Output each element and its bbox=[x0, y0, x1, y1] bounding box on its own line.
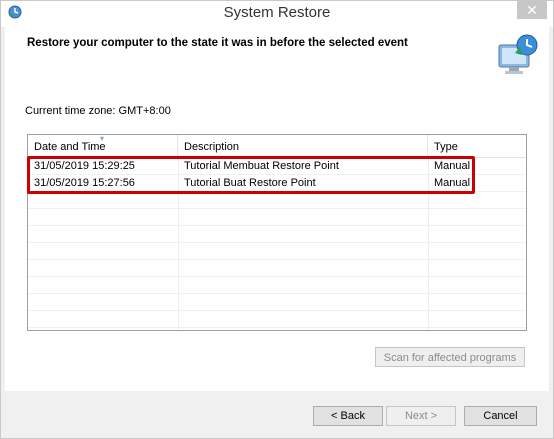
cell-description: Tutorial Buat Restore Point bbox=[184, 177, 316, 189]
table-row[interactable]: 31/05/2019 15:27:56 Tutorial Buat Restor… bbox=[28, 175, 526, 192]
timezone-label: Current time zone: GMT+8:00 bbox=[25, 105, 171, 117]
empty-row bbox=[28, 226, 526, 243]
cell-description: Tutorial Membuat Restore Point bbox=[184, 160, 339, 172]
header-panel: Restore your computer to the state it wa… bbox=[5, 27, 549, 86]
column-header-description[interactable]: Description bbox=[178, 135, 428, 157]
column-label: Type bbox=[434, 141, 458, 153]
back-button[interactable]: < Back bbox=[313, 406, 383, 426]
system-restore-window: System Restore ✕ Restore your computer t… bbox=[0, 0, 554, 439]
empty-row bbox=[28, 243, 526, 260]
cell-type: Manual bbox=[434, 177, 471, 189]
empty-row bbox=[28, 277, 526, 294]
content-area: Current time zone: GMT+8:00 Date and Tim… bbox=[5, 85, 549, 391]
empty-row bbox=[28, 311, 526, 328]
instruction-text: Restore your computer to the state it wa… bbox=[27, 37, 408, 49]
list-header: Date and Time ▾ Description Type bbox=[28, 135, 526, 158]
close-button[interactable]: ✕ bbox=[517, 1, 547, 19]
title-bar: System Restore ✕ bbox=[1, 1, 553, 27]
system-restore-icon bbox=[498, 34, 538, 74]
cell-datetime: 31/05/2019 15:27:56 bbox=[34, 177, 135, 189]
empty-row bbox=[28, 209, 526, 226]
cell-type: Manual bbox=[434, 160, 471, 172]
cell-datetime: 31/05/2019 15:29:25 bbox=[34, 160, 135, 172]
column-label: Date and Time bbox=[34, 141, 106, 153]
empty-row bbox=[28, 192, 526, 209]
empty-row bbox=[28, 294, 526, 311]
scan-affected-programs-button[interactable]: Scan for affected programs bbox=[375, 347, 525, 367]
sort-arrow-icon: ▾ bbox=[100, 134, 105, 143]
list-rows: 31/05/2019 15:29:25 Tutorial Membuat Res… bbox=[28, 158, 526, 328]
empty-row bbox=[28, 260, 526, 277]
table-row[interactable]: 31/05/2019 15:29:25 Tutorial Membuat Res… bbox=[28, 158, 526, 175]
next-button[interactable]: Next > bbox=[386, 406, 456, 426]
column-header-datetime[interactable]: Date and Time ▾ bbox=[28, 135, 178, 157]
restore-points-list[interactable]: Date and Time ▾ Description Type 31/05/2… bbox=[27, 134, 527, 331]
cancel-button[interactable]: Cancel bbox=[464, 406, 537, 426]
column-label: Description bbox=[184, 141, 240, 153]
column-header-type[interactable]: Type bbox=[428, 135, 526, 157]
window-title: System Restore bbox=[223, 4, 331, 21]
